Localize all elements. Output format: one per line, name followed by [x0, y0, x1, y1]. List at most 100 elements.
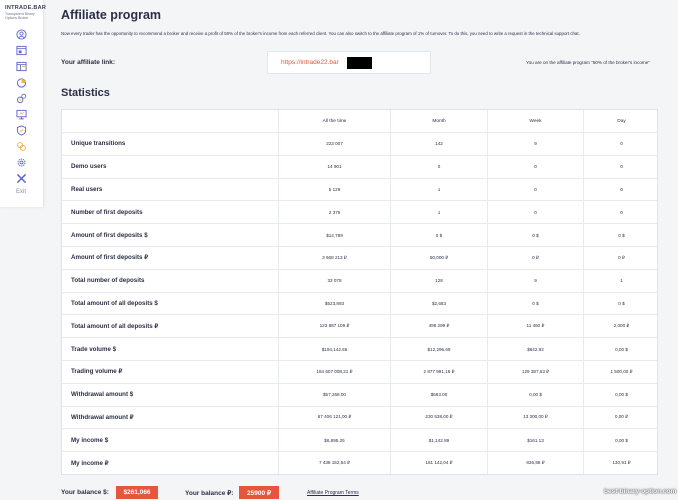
- balance-rub-value: 25900 ₽: [239, 486, 279, 499]
- table-cell: 142: [390, 133, 487, 155]
- table-cell: 9: [487, 133, 583, 155]
- table-cell: 0 ₽: [487, 246, 583, 269]
- table-cell: 0: [390, 155, 487, 178]
- table-cell: 9: [487, 269, 583, 292]
- table-row: My income ₽ 7 438 152,54 ₽181 142,04 ₽836…: [62, 451, 657, 474]
- brand-tagline: Transparent Binary Options Broker: [5, 12, 35, 20]
- table-cell: 130,91 ₽: [583, 452, 659, 474]
- table-cell: 50,000 ₽: [390, 246, 487, 269]
- table-row: Number of first deposits 2 375 1 0 0: [62, 200, 657, 224]
- table-cell: $2,683: [390, 292, 487, 315]
- settings-icon[interactable]: [15, 156, 28, 169]
- table-cell: 14 901: [278, 155, 390, 178]
- exit-icon[interactable]: [15, 172, 28, 185]
- balance-rub-label: Your balance ₽:: [185, 490, 234, 497]
- row-label: Number of first deposits: [71, 208, 143, 216]
- table-cell: 123 887 109 ₽: [278, 315, 390, 338]
- table-cell: 184 607 008,21 ₽: [278, 360, 390, 383]
- table-cell: 0 $: [487, 224, 583, 246]
- column-header: Month: [390, 110, 487, 132]
- affiliate-program-note: You are on the affiliate program "50% of…: [526, 60, 650, 65]
- page-title: Affiliate program: [61, 8, 162, 22]
- table-cell: 498 299 ₽: [390, 315, 487, 338]
- table-row: My income $ $6,895.25 $1,142.89 $161.13 0,00…: [62, 428, 657, 452]
- row-label: Amount of first deposits $: [71, 231, 148, 239]
- table-cell: 0 $: [487, 292, 583, 315]
- table-cell: 13 300,00 ₽: [487, 406, 583, 429]
- row-label: Trade volume $: [71, 345, 117, 353]
- table-cell: 129 387,53 ₽: [487, 360, 583, 383]
- balance-usd-value: $261,066: [116, 486, 158, 499]
- exit-label[interactable]: Exit: [11, 189, 31, 195]
- table-cell: $663.00: [390, 383, 487, 406]
- window-icon[interactable]: [15, 44, 28, 57]
- balance-usd-label: Your balance $:: [61, 489, 109, 496]
- row-label: Trading volume ₽: [71, 368, 123, 376]
- redaction-block: [347, 57, 372, 69]
- row-label: Total amount of all deposits $: [71, 299, 158, 307]
- table-row: Trade volume $ $194,142.66 $12,296.69 $642.…: [62, 337, 657, 360]
- table-cell: 0 $: [390, 224, 487, 246]
- table-cell: 128: [390, 269, 487, 292]
- row-label: Real users: [71, 185, 103, 193]
- table-cell: 0 ₽: [583, 246, 659, 269]
- table-row: Amount of first deposits ₽ 3 668 213 ₽50,…: [62, 245, 659, 269]
- table-cell: $194,142.66: [278, 338, 390, 360]
- table-cell: 0,00 $: [583, 338, 659, 360]
- table-cell: $12,296.69: [390, 338, 487, 360]
- affiliate-link-url[interactable]: https://intrade22.bar: [281, 59, 339, 66]
- table-cell: 0 $: [583, 224, 659, 246]
- row-label: Demo users: [71, 163, 107, 171]
- pie-chart-icon[interactable]: [15, 76, 28, 89]
- row-label: Total amount of all deposits ₽: [71, 322, 159, 330]
- table-cell: 0,00 $: [583, 383, 659, 406]
- table-cell: 2 877 991,16 ₽: [390, 360, 487, 383]
- table-cell: 0 $: [583, 292, 659, 315]
- table-row: Total amount of all deposits ₽ 123 887 10…: [62, 314, 659, 338]
- table-cell: 5 129: [278, 178, 390, 201]
- table-cell: 1 500,00 ₽: [583, 360, 659, 383]
- table-cell: 67 406 121,00 ₽: [278, 406, 390, 429]
- table-cell: 11 460 ₽: [487, 315, 583, 338]
- table-header-row: All the time Month Week Day: [62, 110, 657, 132]
- table-row: Trading volume ₽ 184 607 008,21 ₽2 877 99…: [62, 359, 659, 383]
- column-header: Day: [583, 110, 659, 132]
- row-label: Amount of first deposits ₽: [71, 254, 149, 262]
- table-cell: $14,789: [278, 224, 390, 246]
- statistics-title: Statistics: [61, 87, 110, 99]
- coins-icon[interactable]: [15, 140, 28, 153]
- table-cell: 3 668 213 ₽: [278, 246, 390, 269]
- table-cell: 0: [583, 155, 659, 178]
- brand-logo[interactable]: INTRADE.BAR Transparent Binary Options B…: [5, 5, 46, 20]
- table-row: Withdrawal amount ₽ 67 406 121,00 ₽230 53…: [62, 405, 657, 429]
- table-cell: $161.13: [487, 429, 583, 452]
- table-cell: 2,000 ₽: [583, 315, 659, 338]
- table-row: Demo users 14 901 0 0 0: [62, 154, 659, 178]
- table-cell: 33 078: [278, 269, 390, 292]
- table-row: Withdrawal amount $ $57,268.00 $663.00 0,00…: [62, 382, 659, 406]
- table-cell: $523,893: [278, 292, 390, 315]
- table-cell: 0: [583, 133, 659, 155]
- table-cell: 0,00 $: [487, 383, 583, 406]
- table-cell: 1: [390, 178, 487, 201]
- table-row: Real users 5 129 1 0 0: [62, 177, 657, 201]
- column-header: Week: [487, 110, 583, 132]
- row-label: Total number of deposits: [71, 277, 145, 285]
- page-description: Now every trader has the opportunity to …: [61, 31, 580, 36]
- table-cell: $6,895.25: [278, 429, 390, 452]
- row-label: Withdrawal amount $: [71, 391, 134, 399]
- table-cell: 1: [390, 201, 487, 224]
- affiliate-terms-link[interactable]: Affiliate Program Terms: [307, 490, 359, 496]
- table-row: Total amount of all deposits $ $523,893 $2…: [62, 291, 659, 315]
- shield-icon[interactable]: [15, 124, 28, 137]
- table-cell: 181 142,04 ₽: [390, 452, 487, 474]
- monitor-icon[interactable]: [15, 108, 28, 121]
- table-cell: 223 007: [278, 133, 390, 155]
- table-cell: 1: [583, 269, 659, 292]
- row-label: Withdrawal amount ₽: [71, 413, 134, 421]
- browser-icon[interactable]: [15, 60, 28, 73]
- gears-icon[interactable]: [15, 92, 28, 105]
- user-icon[interactable]: [15, 28, 28, 41]
- affiliate-link-field[interactable]: https://intrade22.bar: [267, 51, 431, 74]
- table-cell: 836,88 ₽: [487, 452, 583, 474]
